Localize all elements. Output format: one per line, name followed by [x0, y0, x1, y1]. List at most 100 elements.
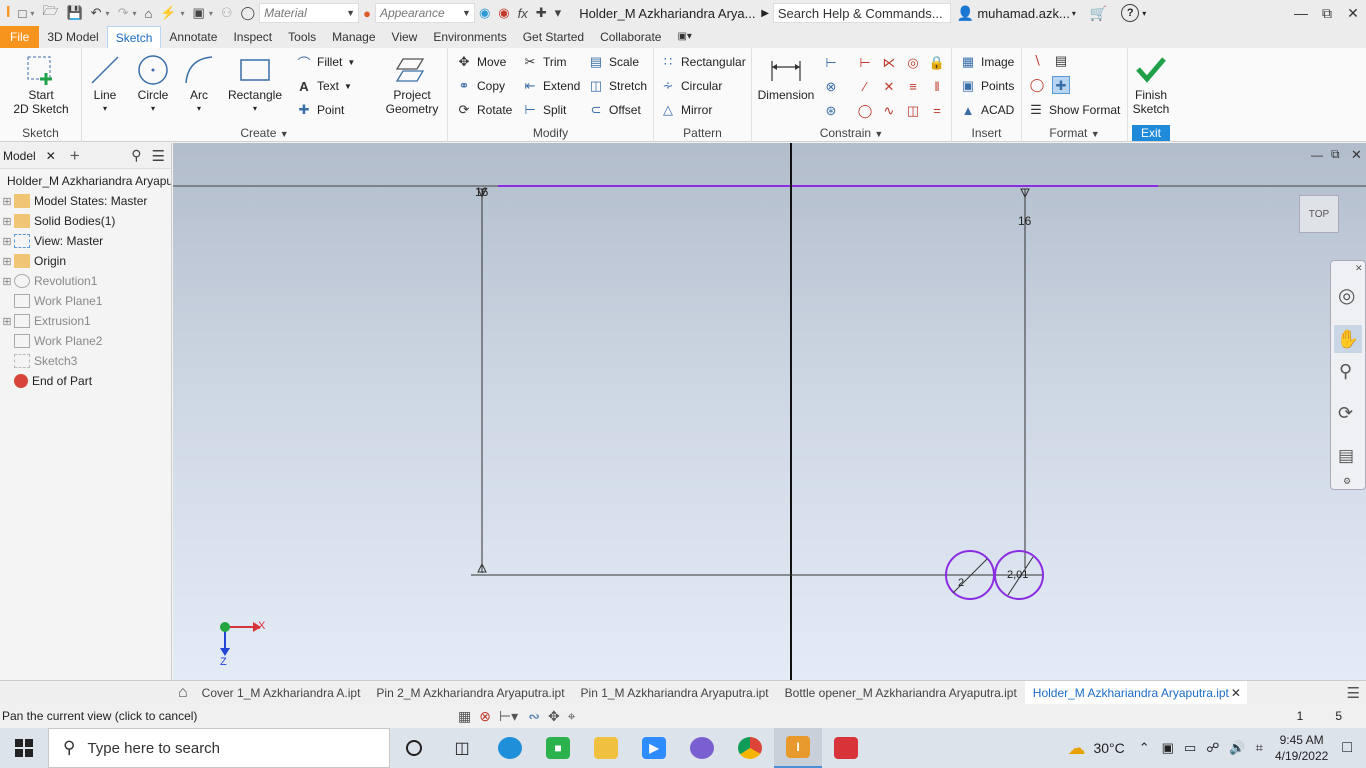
constraint-status-icon[interactable]: ⊗ — [479, 708, 491, 725]
perpendicular-icon[interactable]: ⊢ — [856, 54, 874, 72]
relax-mode-icon[interactable]: ∾ — [528, 708, 540, 725]
constrain-panel-title[interactable]: Constrain ▼ — [752, 126, 951, 140]
acad-button[interactable]: ▲ ACAD — [960, 99, 1015, 121]
open-icon[interactable]: 🗁 — [38, 2, 62, 24]
doc-tab[interactable]: Pin 1_M Azkhariandra Aryaputra.ipt — [573, 686, 777, 700]
dimension-button[interactable]: Dimension — [756, 52, 816, 102]
tab-list-menu-icon[interactable]: ☰ — [1347, 684, 1360, 702]
expand-icon[interactable]: ⊞ — [0, 235, 14, 248]
mirror-button[interactable]: △ Mirror — [660, 99, 712, 121]
collinear-icon[interactable]: ✕ — [880, 78, 898, 96]
restore-button[interactable]: ⧉ — [1314, 5, 1340, 22]
expand-icon[interactable]: ⊞ — [0, 215, 14, 228]
diameter-label-left[interactable]: 2 — [958, 577, 964, 589]
pan-icon[interactable]: ✋ — [1334, 325, 1362, 353]
search-help-input[interactable]: Search Help & Commands... — [772, 3, 951, 23]
orbit-icon[interactable]: ⟳ — [1338, 403, 1353, 424]
extend-button[interactable]: ⇤ Extend — [522, 75, 581, 97]
create-panel-title[interactable]: Create ▼ — [82, 126, 447, 140]
rotate-button[interactable]: ⟳ Rotate — [456, 99, 513, 121]
minimize-button[interactable]: — — [1288, 5, 1314, 22]
show-format-button[interactable]: ☰ Show Format — [1028, 99, 1120, 121]
start-2d-sketch-button[interactable]: Start 2D Sketch — [6, 52, 76, 116]
user-name[interactable]: muhamad.azk... — [977, 6, 1070, 21]
smooth-icon[interactable]: ∿ — [880, 102, 898, 120]
vertical-icon[interactable]: ‖ — [928, 78, 946, 96]
close-button[interactable]: ✕ — [1340, 5, 1366, 22]
help-icon[interactable]: ? — [1121, 4, 1140, 22]
doc-tab[interactable]: Cover 1_M Azkhariandra A.ipt — [194, 686, 369, 700]
tree-item-model-states[interactable]: ⊞ Model States: Master — [0, 191, 171, 211]
project-geometry-button[interactable]: Project Geometry — [378, 52, 446, 116]
autodesk-app[interactable] — [822, 728, 870, 768]
file-tab[interactable]: File — [0, 26, 40, 48]
tab-manage[interactable]: Manage — [324, 26, 383, 48]
line-dropdown-icon[interactable]: ▾ — [86, 102, 124, 116]
steering-wheel-icon[interactable]: ◎ — [1338, 283, 1355, 308]
tab-get-started[interactable]: Get Started — [515, 26, 592, 48]
rectangle-button[interactable]: Rectangle ▾ — [222, 52, 288, 116]
line-button[interactable]: Line ▾ — [86, 52, 124, 116]
home-tab-icon[interactable]: ⌂ — [178, 684, 188, 702]
appearance-dropdown-icon[interactable]: ▼ — [462, 8, 474, 18]
expand-icon[interactable]: ⊞ — [0, 275, 14, 288]
fix-icon[interactable]: 🔒 — [928, 54, 946, 72]
copy-button[interactable]: ⚭ Copy — [456, 75, 505, 97]
tangent-icon[interactable]: ◯ — [856, 102, 874, 120]
dof-status-icon[interactable]: ⊢▾ — [499, 708, 518, 725]
tree-item-work-plane2[interactable]: Work Plane2 — [0, 331, 171, 351]
save-icon[interactable]: 💾 — [62, 5, 86, 21]
fillet-button[interactable]: ⌒ Fillet ▼ — [296, 51, 355, 73]
zoom-icon[interactable]: ⚲ — [1339, 361, 1352, 382]
redo-dropdown-icon[interactable]: ▾ — [132, 9, 136, 18]
material-combo[interactable]: Material ▼ — [259, 3, 360, 23]
tree-item-part[interactable]: Holder_M Azkhariandra Aryaputra.ipt — [0, 171, 171, 191]
inventor-logo-icon[interactable]: I — [0, 4, 14, 22]
tab-sketch[interactable]: Sketch — [106, 26, 162, 48]
inference-icon[interactable]: ✥ — [548, 708, 560, 725]
navbar-options-icon[interactable]: ⚙ — [1343, 476, 1351, 487]
edge-app[interactable] — [486, 728, 534, 768]
parallel-icon[interactable]: ∕ — [856, 78, 874, 96]
center-point-icon[interactable]: ✚ — [1052, 76, 1070, 94]
inventor-app[interactable]: I — [774, 728, 822, 768]
tab-environments[interactable]: Environments — [425, 26, 514, 48]
taskbar-search-input[interactable]: ⚲ Type here to search — [48, 728, 390, 768]
chrome-app[interactable] — [726, 728, 774, 768]
tree-item-origin[interactable]: ⊞ Origin — [0, 251, 171, 271]
viewport-close-icon[interactable]: ✕ — [1351, 147, 1362, 163]
sketch-status-icon[interactable]: ▦ — [458, 708, 471, 725]
rectangle-dropdown-icon[interactable]: ▾ — [222, 102, 288, 116]
undo-dropdown-icon[interactable]: ▾ — [106, 9, 110, 18]
circle-dropdown-icon[interactable]: ▾ — [132, 102, 174, 116]
meet-now-icon[interactable]: ▣ — [1162, 740, 1174, 756]
look-at-icon[interactable]: ▤ — [1338, 446, 1354, 466]
chevron-right-icon[interactable]: ▶ — [761, 8, 769, 19]
construction-icon[interactable]: ∖ — [1028, 52, 1046, 70]
line-app[interactable]: ■ — [534, 728, 582, 768]
volume-icon[interactable]: 🔊 — [1229, 740, 1245, 756]
arc-dropdown-icon[interactable]: ▾ — [180, 102, 218, 116]
tree-item-view[interactable]: ⊞ View: Master — [0, 231, 171, 251]
move-button[interactable]: ✥ Move — [456, 51, 507, 73]
browser-search-icon[interactable]: ⚲ — [131, 147, 141, 164]
circle-button[interactable]: Circle ▾ — [132, 52, 174, 116]
file-explorer-app[interactable] — [582, 728, 630, 768]
tab-collaborate[interactable]: Collaborate — [592, 26, 669, 48]
undo-icon[interactable]: ↶ — [87, 5, 106, 21]
tab-view[interactable]: View — [384, 26, 426, 48]
wifi-icon[interactable]: ⌗ — [1256, 740, 1263, 756]
fx-icon[interactable]: fx — [514, 6, 532, 21]
image-button[interactable]: ▦ Image — [960, 51, 1015, 73]
show-hidden-icons-icon[interactable]: ⌃ — [1139, 740, 1150, 756]
tree-item-revolution[interactable]: ⊞ Revolution1 — [0, 271, 171, 291]
scale-button[interactable]: ▤ Scale — [588, 51, 639, 73]
weather-icon[interactable]: ☁ — [1067, 738, 1085, 759]
ribbon-options-icon[interactable]: ▣▾ — [669, 26, 699, 48]
rectangular-pattern-button[interactable]: ∷ Rectangular — [660, 51, 746, 73]
coincident-icon[interactable]: ⋉ — [880, 54, 898, 72]
select-icon[interactable]: ▣ — [189, 5, 209, 21]
select-dropdown-icon[interactable]: ▾ — [209, 9, 213, 18]
horizontal-icon[interactable]: ≡ — [904, 78, 922, 96]
new-dropdown-icon[interactable]: ▾ — [30, 9, 34, 18]
